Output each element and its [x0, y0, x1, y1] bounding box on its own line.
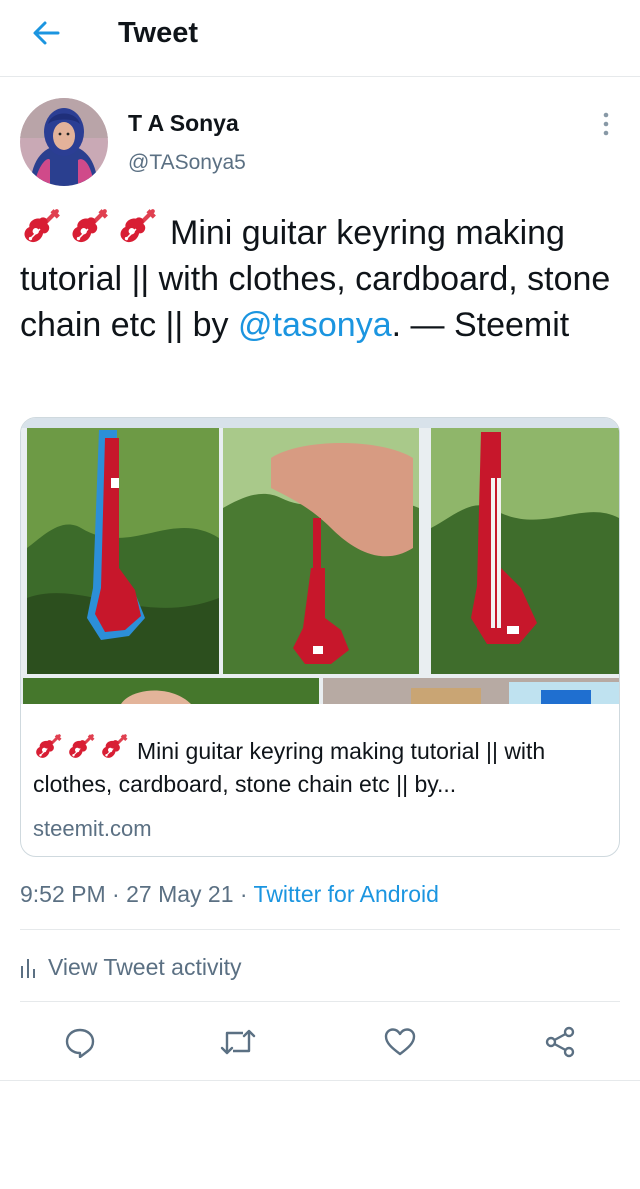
card-domain: steemit.com: [33, 816, 152, 841]
more-options-button[interactable]: [594, 108, 618, 140]
profile-photo: [20, 98, 108, 186]
heart-icon: [384, 1028, 416, 1056]
more-vertical-icon: [603, 112, 609, 136]
tweet-text-end: . — Steemit: [391, 306, 570, 344]
retweet-icon: [220, 1029, 256, 1055]
guitar-icon: [66, 732, 96, 762]
top-bar: Tweet: [0, 0, 640, 77]
activity-chart-icon: [21, 959, 35, 978]
like-button[interactable]: [380, 1022, 420, 1062]
tweet-text: Mini guitar keyring making tutorial || w…: [20, 206, 620, 348]
tweet-source-link[interactable]: Twitter for Android: [254, 881, 439, 907]
card-title: Mini guitar keyring making tutorial || w…: [33, 732, 603, 801]
card-collage-image: [21, 418, 619, 704]
reply-button[interactable]: [60, 1022, 100, 1062]
page-title: Tweet: [118, 17, 199, 49]
view-activity-button[interactable]: View Tweet activity: [20, 950, 241, 984]
emoji-group: [20, 206, 158, 248]
card-body: Mini guitar keyring making tutorial || w…: [21, 704, 619, 856]
card-emoji-group: [33, 732, 129, 762]
tweet-time: 9:52 PM: [20, 881, 106, 907]
share-icon: [545, 1026, 575, 1058]
meta-separator: ·: [105, 881, 127, 907]
meta-separator: ·: [233, 881, 254, 907]
tweet-date: 27 May 21: [126, 881, 234, 907]
link-card[interactable]: Mini guitar keyring making tutorial || w…: [20, 417, 620, 857]
divider: [0, 1080, 640, 1081]
action-bar: [0, 1022, 640, 1062]
share-button[interactable]: [540, 1022, 580, 1062]
author-name[interactable]: T A Sonya: [128, 108, 239, 138]
view-activity-label: View Tweet activity: [48, 953, 242, 980]
reply-icon: [65, 1028, 95, 1058]
arrow-left-icon: [33, 21, 60, 45]
guitar-icon: [99, 732, 129, 762]
retweet-button[interactable]: [218, 1022, 258, 1062]
guitar-icon: [68, 206, 110, 248]
mention-link[interactable]: @tasonya: [238, 306, 392, 344]
divider: [20, 1001, 620, 1002]
avatar[interactable]: [20, 98, 108, 186]
back-button[interactable]: [26, 16, 66, 50]
guitar-icon: [33, 732, 63, 762]
tweet-meta: 9:52 PM · 27 May 21 · Twitter for Androi…: [20, 878, 439, 910]
card-image: [21, 418, 619, 704]
divider: [20, 929, 620, 930]
guitar-icon: [20, 206, 62, 248]
guitar-icon: [116, 206, 158, 248]
author-handle[interactable]: @TASonya5: [128, 149, 246, 177]
